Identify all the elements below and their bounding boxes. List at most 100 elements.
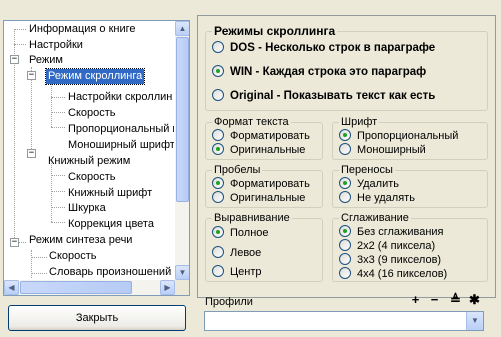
radio-label: Оригинальные bbox=[230, 144, 306, 156]
radio-hyphen-keep[interactable]: Не удалять bbox=[339, 191, 415, 205]
tree-line bbox=[51, 175, 65, 176]
tree-item-book-font[interactable]: Книжный шрифт bbox=[66, 186, 154, 201]
tree-line bbox=[51, 112, 65, 113]
smoothing-title: Сглаживание bbox=[339, 211, 411, 225]
scroll-left-icon[interactable]: ◀ bbox=[4, 280, 19, 295]
tree-line bbox=[51, 191, 65, 192]
close-button[interactable]: Закрыть bbox=[8, 305, 186, 331]
tree-line bbox=[51, 222, 65, 223]
radio-button-icon[interactable] bbox=[212, 177, 224, 189]
tree-line bbox=[51, 207, 65, 208]
settings-tree[interactable]: − − − − Информация о книге Настройки Реж… bbox=[3, 20, 190, 296]
collapse-icon[interactable]: − bbox=[10, 55, 19, 64]
radio-align-full[interactable]: Полное bbox=[212, 226, 269, 240]
collapse-icon[interactable]: − bbox=[27, 149, 36, 158]
tree-item-settings[interactable]: Настройки bbox=[27, 38, 85, 53]
scroll-thumb[interactable] bbox=[20, 281, 132, 294]
radio-text-original[interactable]: Оригинальные bbox=[212, 143, 305, 157]
scroll-down-icon[interactable]: ▼ bbox=[175, 265, 189, 280]
radio-align-left[interactable]: Левое bbox=[212, 246, 261, 260]
scroll-thumb[interactable] bbox=[176, 37, 189, 202]
spaces-title: Пробелы bbox=[212, 163, 263, 177]
radio-smooth-2x2[interactable]: 2x2 (4 пиксела) bbox=[339, 239, 435, 253]
radio-label: Форматировать bbox=[230, 130, 310, 142]
tree-item-skin[interactable]: Шкурка bbox=[66, 201, 108, 216]
tree-horizontal-scrollbar[interactable]: ◀ ▶ bbox=[4, 280, 175, 295]
tree-line bbox=[31, 257, 47, 258]
tree-line bbox=[31, 273, 47, 274]
collapse-icon[interactable]: − bbox=[27, 71, 36, 80]
scroll-up-icon[interactable]: ▲ bbox=[175, 21, 189, 36]
radio-label: Удалить bbox=[357, 178, 399, 190]
settings-panel: Режимы скроллинга DOS - Несколько строк … bbox=[197, 15, 496, 298]
profile-settings-button[interactable]: ✱ bbox=[467, 293, 482, 308]
radio-button-icon[interactable] bbox=[339, 177, 351, 189]
tree-item-book-speed[interactable]: Скорость bbox=[66, 170, 118, 185]
radio-button-icon[interactable] bbox=[339, 225, 351, 237]
collapse-icon[interactable]: − bbox=[10, 238, 19, 247]
save-profile-button[interactable]: ≜ bbox=[448, 293, 463, 308]
radio-button-icon[interactable] bbox=[212, 246, 224, 258]
tree-item-monospace-font[interactable]: Моноширный шрифт bbox=[66, 138, 174, 153]
tree-item-pronunciation-dictionary[interactable]: Словарь произношений bbox=[47, 265, 173, 279]
tree-item-scroll-mode[interactable]: Режим скроллинга bbox=[44, 68, 146, 85]
radio-spaces-original[interactable]: Оригинальные bbox=[212, 191, 305, 205]
radio-label: Не удалять bbox=[357, 192, 415, 204]
radio-hyphen-remove[interactable]: Удалить bbox=[339, 177, 399, 191]
radio-label: Форматировать bbox=[230, 178, 310, 190]
tree-line bbox=[51, 127, 65, 128]
tree-item-proportional-font[interactable]: Пропорциональный ш bbox=[66, 122, 174, 137]
radio-align-center[interactable]: Центр bbox=[212, 265, 262, 279]
text-format-title: Формат текста bbox=[212, 115, 291, 129]
radio-label: Оригинальные bbox=[230, 192, 306, 204]
scroll-modes-title: Режимы скроллинга bbox=[212, 24, 338, 38]
radio-original[interactable]: Original - Показывать текст как есть bbox=[212, 89, 435, 103]
tree-item-speech-speed[interactable]: Скорость bbox=[47, 249, 99, 264]
radio-label: Original - Показывать текст как есть bbox=[230, 90, 436, 102]
radio-button-icon[interactable] bbox=[339, 129, 351, 141]
tree-item-book-mode[interactable]: Книжный режим bbox=[46, 154, 132, 169]
radio-text-format[interactable]: Форматировать bbox=[212, 129, 310, 143]
spaces-group: Пробелы Форматировать Оригинальные bbox=[205, 163, 323, 208]
profiles-combobox[interactable]: ▼ bbox=[204, 311, 484, 331]
tree-vertical-scrollbar[interactable]: ▲ ▼ bbox=[175, 21, 189, 280]
radio-button-icon[interactable] bbox=[339, 191, 351, 203]
radio-button-icon[interactable] bbox=[212, 143, 224, 155]
radio-smooth-none[interactable]: Без сглаживания bbox=[339, 225, 444, 239]
tree-item-speed[interactable]: Скорость bbox=[66, 106, 118, 121]
chevron-down-icon[interactable]: ▼ bbox=[466, 312, 483, 330]
hyphenation-group: Переносы Удалить Не удалять bbox=[332, 163, 488, 208]
tree-item-scroll-settings[interactable]: Настройки скроллин bbox=[66, 90, 174, 105]
radio-button-icon[interactable] bbox=[212, 265, 224, 277]
remove-profile-button[interactable]: − bbox=[427, 293, 442, 308]
radio-spaces-format[interactable]: Форматировать bbox=[212, 177, 310, 191]
add-profile-button[interactable]: + bbox=[408, 293, 423, 308]
tree-item-color-correction[interactable]: Коррекция цвета bbox=[66, 217, 156, 232]
radio-win[interactable]: WIN - Каждая строка это параграф bbox=[212, 65, 426, 79]
font-group: Шрифт Пропорциональный Моноширный bbox=[332, 115, 488, 160]
tree-item-speech-mode[interactable]: Режим синтеза речи bbox=[27, 233, 134, 248]
radio-font-proportional[interactable]: Пропорциональный bbox=[339, 129, 458, 143]
radio-smooth-3x3[interactable]: 3x3 (9 пикселов) bbox=[339, 253, 441, 267]
radio-button-icon[interactable] bbox=[212, 89, 224, 101]
radio-label: Пропорциональный bbox=[357, 130, 459, 142]
radio-button-icon[interactable] bbox=[212, 65, 224, 77]
scroll-right-icon[interactable]: ▶ bbox=[160, 280, 175, 295]
tree-item-book-info[interactable]: Информация о книге bbox=[27, 22, 138, 37]
radio-button-icon[interactable] bbox=[339, 143, 351, 155]
radio-button-icon[interactable] bbox=[212, 41, 224, 53]
radio-button-icon[interactable] bbox=[212, 226, 224, 238]
tree-item-mode[interactable]: Режим bbox=[27, 53, 65, 68]
radio-button-icon[interactable] bbox=[339, 267, 351, 279]
tree-line bbox=[14, 29, 26, 30]
radio-label: Полное bbox=[230, 227, 269, 239]
radio-label: Центр bbox=[230, 266, 262, 278]
radio-button-icon[interactable] bbox=[339, 239, 351, 251]
radio-label: Моноширный bbox=[357, 144, 426, 156]
radio-font-monospace[interactable]: Моноширный bbox=[339, 143, 426, 157]
radio-button-icon[interactable] bbox=[339, 253, 351, 265]
radio-dos[interactable]: DOS - Несколько строк в параграфе bbox=[212, 41, 435, 55]
radio-button-icon[interactable] bbox=[212, 191, 224, 203]
radio-smooth-4x4[interactable]: 4x4 (16 пикселов) bbox=[339, 267, 447, 281]
radio-button-icon[interactable] bbox=[212, 129, 224, 141]
